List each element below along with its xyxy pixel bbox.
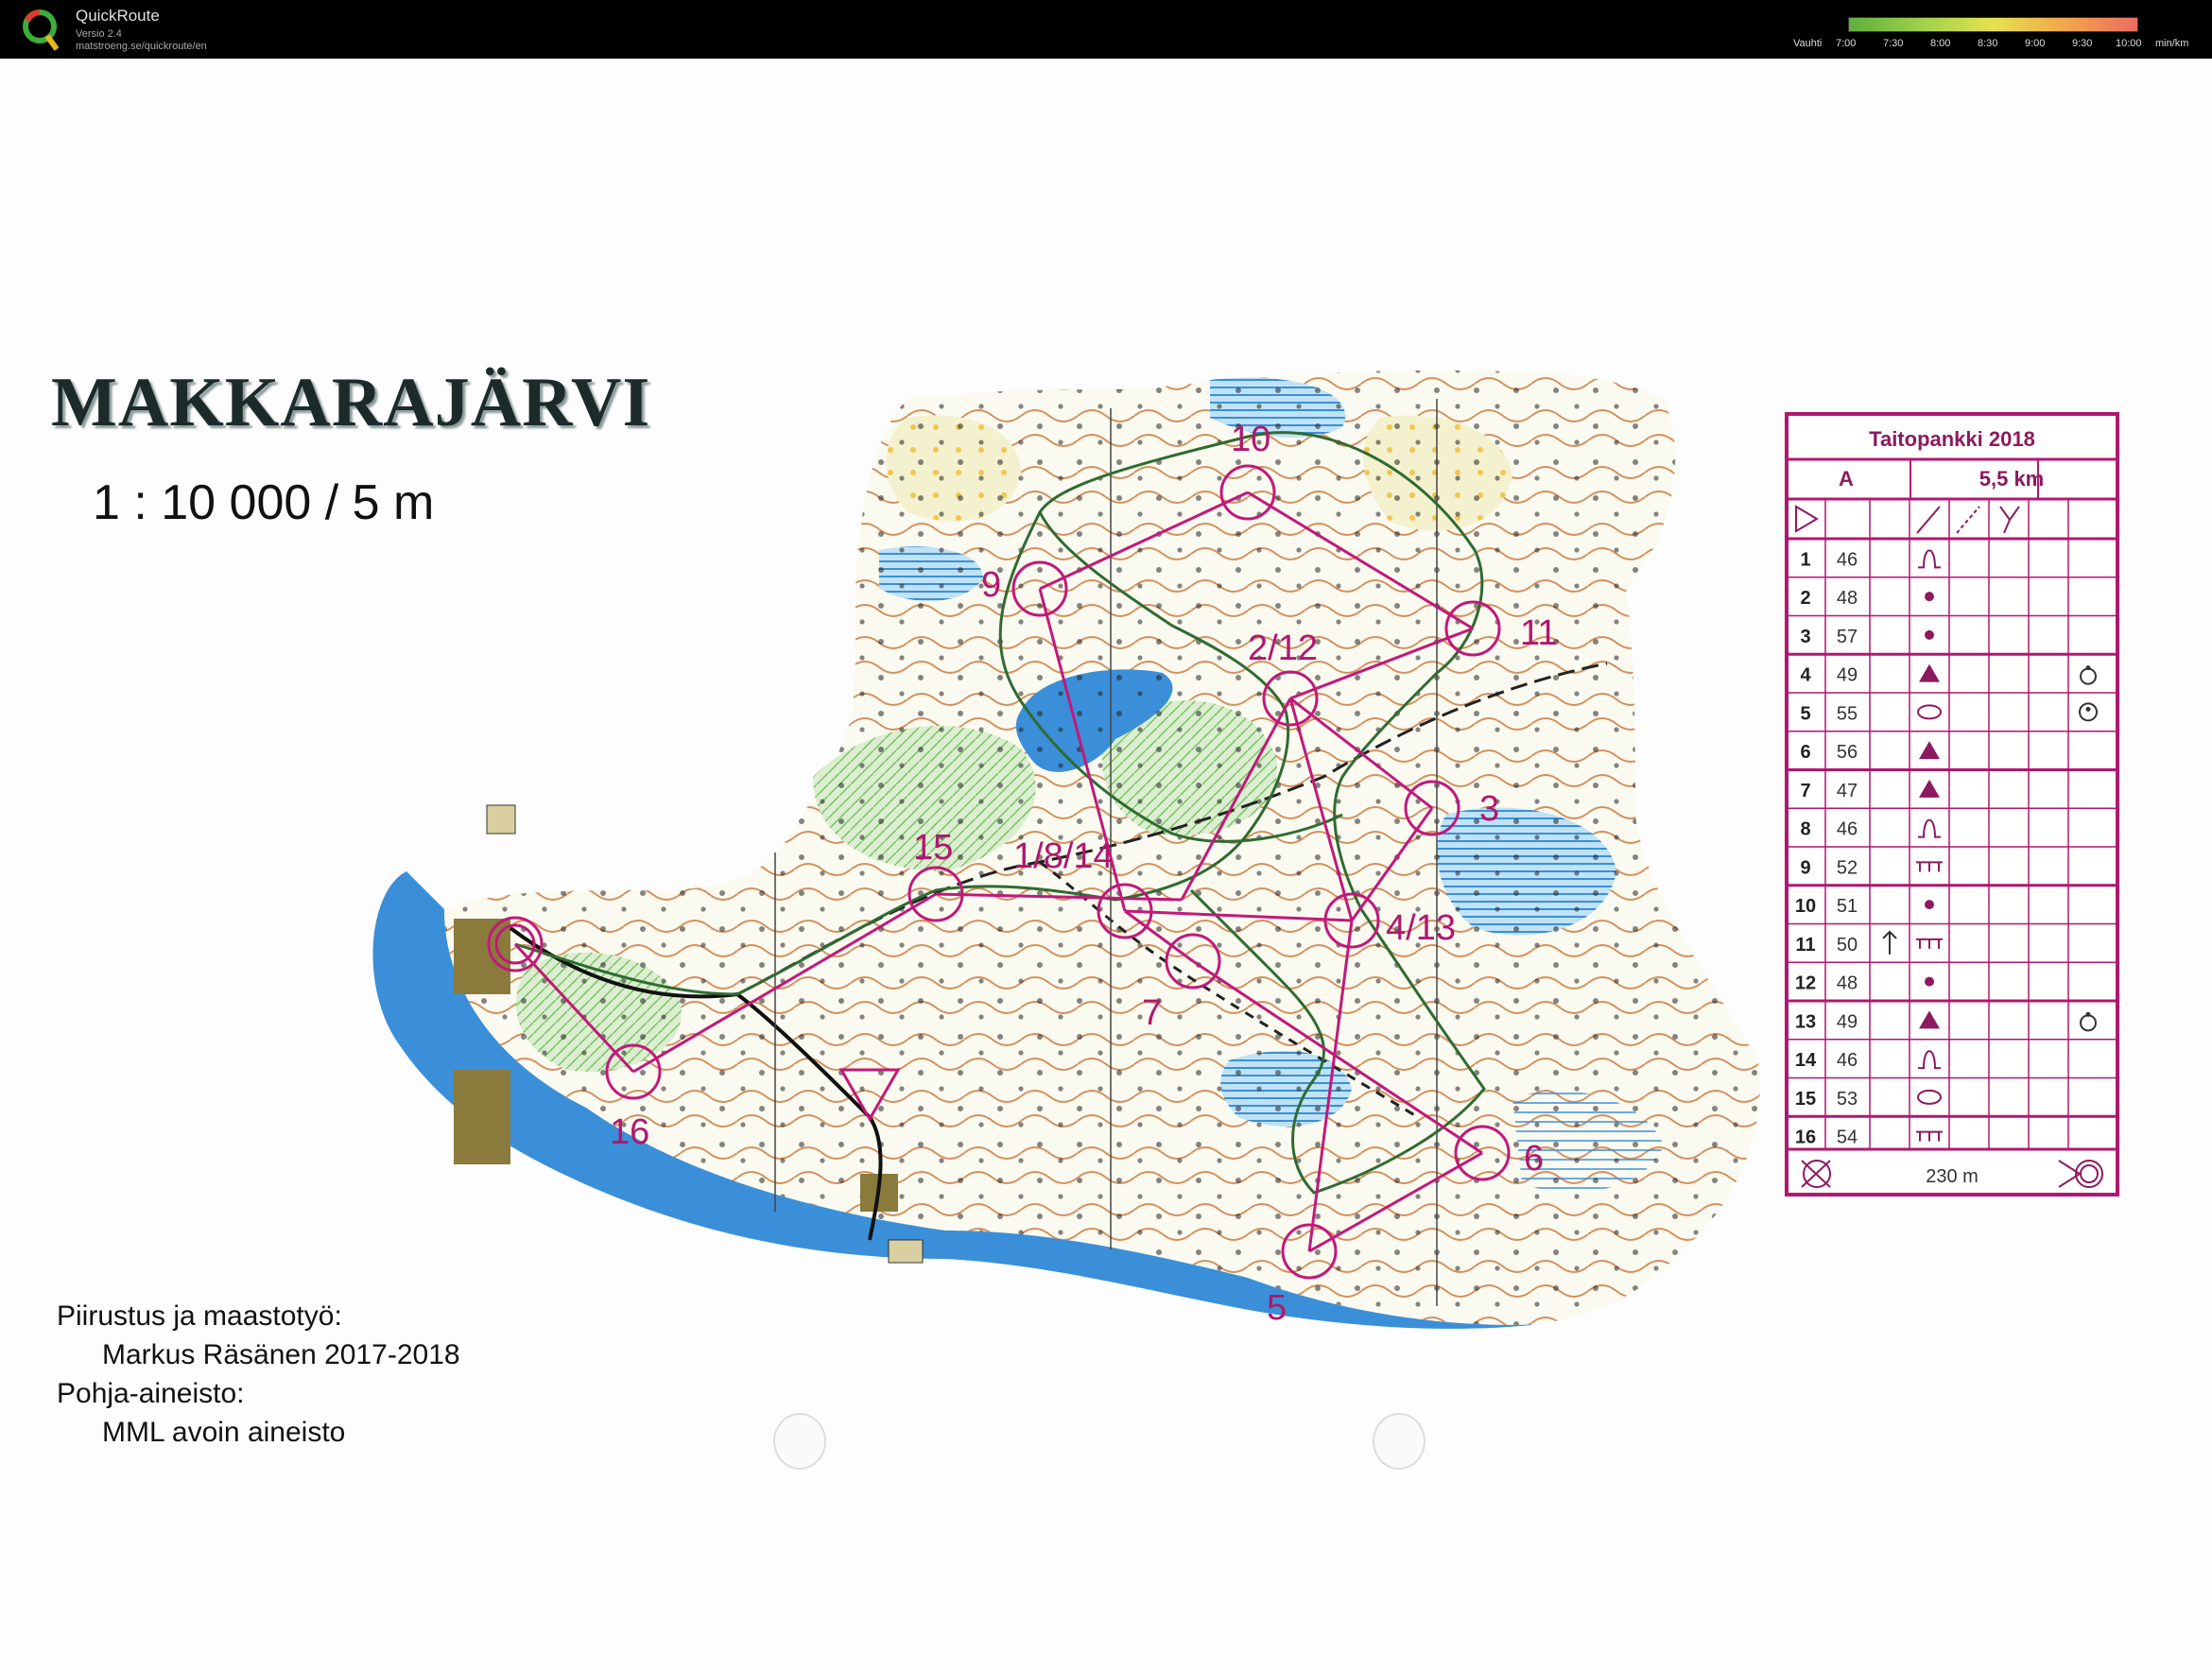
pace-gradient-bar	[1848, 17, 2138, 32]
dot-knoll-icon	[1925, 629, 1934, 640]
cd-row-code: 46	[1837, 1050, 1858, 1071]
cd-row-code: 54	[1837, 1128, 1858, 1148]
control-label: 15	[913, 828, 953, 868]
credits-drawing-value: Markus Räsänen 2017-2018	[102, 1339, 460, 1370]
cd-row-code: 49	[1837, 1011, 1858, 1032]
pace-tick: 7:30	[1883, 38, 1904, 49]
cd-row-number: 1	[1800, 549, 1810, 570]
app-version: Versio 2.4	[76, 28, 122, 40]
credits-drawing-label: Piirustus ja maastotyö:	[57, 1300, 342, 1332]
cd-length: 5,5 km	[1979, 467, 2045, 491]
pace-unit: min/km	[2155, 38, 2189, 49]
cd-row-code: 53	[1837, 1089, 1858, 1110]
control-label: 4/13	[1386, 908, 1456, 948]
credits-base-label: Pohja-aineisto:	[57, 1378, 245, 1409]
dot-knoll-icon	[1925, 976, 1934, 987]
cd-row-number: 8	[1800, 819, 1810, 840]
control-label: 2/12	[1248, 628, 1318, 668]
cd-row-code: 46	[1837, 549, 1858, 570]
cd-finish-distance: 230 m	[1926, 1166, 1979, 1187]
punch-hole	[773, 1413, 826, 1470]
control-label: 3	[1479, 789, 1499, 829]
pace-label: Vauhti	[1793, 38, 1823, 49]
punch-hole	[1373, 1413, 1426, 1470]
pace-tick: 9:30	[2072, 38, 2093, 49]
cd-row-code: 48	[1837, 588, 1858, 609]
cd-row-code: 50	[1837, 935, 1858, 956]
map-paper[interactable]: MAKKARAJÄRVI 1 : 10 000 / 5 m 10 9 11 2/…	[0, 59, 2212, 1670]
cd-row-code: 56	[1837, 742, 1858, 763]
cd-row-code: 51	[1837, 896, 1858, 917]
cd-row-code: 55	[1837, 703, 1858, 724]
control-description-sheet: Taitopankki 2018 A 5,5 km 1 462 483 574 495 5…	[1785, 412, 2119, 1197]
cd-row-number: 11	[1795, 935, 1815, 956]
cd-row-code: 57	[1837, 627, 1858, 647]
map-credits: Piirustus ja maastotyö: Markus Räsänen 2…	[57, 1297, 460, 1452]
quickroute-logo-icon	[23, 9, 59, 51]
pace-tick: 10:00	[2116, 38, 2142, 49]
cd-row-number: 4	[1800, 665, 1811, 686]
cd-row-code: 49	[1837, 665, 1858, 686]
control-label: 16	[610, 1112, 649, 1152]
cd-row-number: 14	[1795, 1050, 1817, 1071]
control-label: 1/8/14	[1013, 836, 1114, 876]
cliff-icon	[1916, 861, 1943, 872]
pace-legend: Vauhti 7:00 7:30 8:00 8:30 9:00 9:30 10:…	[1791, 17, 2207, 55]
cd-row-code: 52	[1837, 857, 1858, 878]
cd-row-number: 7	[1800, 781, 1810, 801]
cd-row-number: 2	[1800, 588, 1810, 609]
cd-row-number: 10	[1795, 896, 1816, 917]
dot-knoll-icon	[1925, 592, 1934, 602]
top-bar: QuickRoute Versio 2.4 matstroeng.se/quic…	[0, 0, 2212, 59]
pace-tick: 8:00	[1930, 38, 1951, 49]
control-label: 11	[1520, 613, 1557, 653]
credits-base-value: MML avoin aineisto	[102, 1417, 346, 1448]
cliff-icon	[1916, 1130, 1943, 1142]
building-area	[454, 1070, 510, 1164]
pace-tick: 9:00	[2025, 38, 2046, 49]
control-label: 6	[1524, 1139, 1544, 1179]
app-url: matstroeng.se/quickroute/en	[76, 41, 207, 52]
control-label: 5	[1267, 1288, 1287, 1328]
control-label: 10	[1231, 420, 1270, 459]
cd-row-number: 13	[1795, 1011, 1816, 1032]
building-area	[888, 1239, 924, 1264]
cd-row-number: 9	[1800, 857, 1810, 878]
cd-class: A	[1839, 467, 1854, 491]
cd-row-number: 16	[1795, 1128, 1816, 1148]
pace-tick: 8:30	[1978, 38, 1998, 49]
cd-row-number: 5	[1800, 703, 1810, 724]
cd-row-number: 15	[1795, 1089, 1816, 1110]
pace-tick: 7:00	[1836, 38, 1857, 49]
app-name: QuickRoute	[76, 7, 160, 25]
building-area	[486, 804, 516, 835]
control-label: 7	[1142, 993, 1162, 1033]
cd-row-code: 47	[1837, 781, 1858, 801]
cd-title: Taitopankki 2018	[1869, 427, 2035, 451]
cd-row-code: 48	[1837, 973, 1858, 994]
cd-row-number: 3	[1800, 627, 1810, 647]
cd-row-number: 12	[1795, 973, 1816, 994]
dot-knoll-icon	[1925, 900, 1934, 910]
cliff-icon	[1916, 938, 1943, 949]
cd-row-code: 46	[1837, 819, 1858, 840]
control-label: 9	[981, 565, 1001, 605]
cd-row-number: 6	[1800, 742, 1810, 763]
